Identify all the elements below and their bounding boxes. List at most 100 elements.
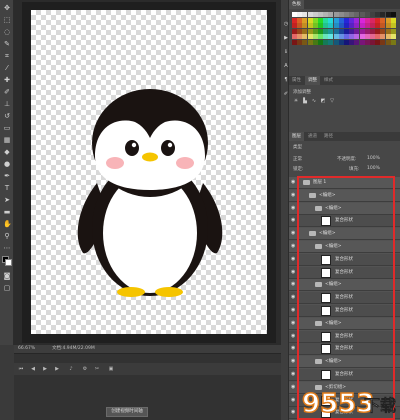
- visibility-eye-icon[interactable]: ◉: [291, 384, 297, 390]
- levels-icon[interactable]: ▙: [302, 98, 308, 104]
- tab-styles[interactable]: 样式: [321, 76, 336, 85]
- screen-mode-icon[interactable]: ▢: [3, 284, 11, 292]
- visibility-eye-icon[interactable]: ◉: [291, 295, 297, 300]
- visibility-eye-icon[interactable]: ◉: [291, 320, 297, 326]
- document-size[interactable]: 文档:4.94M/22.09M: [52, 345, 95, 353]
- blur-tool-icon[interactable]: ◆: [3, 148, 11, 156]
- tab-swatches[interactable]: 色板: [289, 0, 304, 9]
- eraser-tool-icon[interactable]: ▭: [3, 124, 11, 132]
- tab-properties[interactable]: 属性: [289, 76, 304, 85]
- visibility-eye-icon[interactable]: ◉: [291, 372, 297, 377]
- crop-tool-icon[interactable]: ⌗: [3, 52, 11, 60]
- audio-icon[interactable]: ♪: [68, 366, 74, 372]
- eyedropper-tool-icon[interactable]: ⁄: [3, 64, 11, 72]
- settings-icon[interactable]: ⚙: [82, 366, 88, 372]
- transparent-canvas[interactable]: [31, 10, 267, 334]
- visibility-eye-icon[interactable]: ◉: [291, 192, 297, 198]
- quick-mask-icon[interactable]: ◙: [3, 272, 11, 280]
- timeline-panel: ⏮ ◀ ▶ ▶ ♪ ⚙ ✂ ▣ 创建视频时间轴: [14, 353, 281, 420]
- play-icon[interactable]: ▶: [42, 366, 48, 372]
- layer-row[interactable]: ◉ 复合形状: [289, 215, 400, 228]
- canvas-area[interactable]: [14, 0, 281, 345]
- color-swatch[interactable]: [390, 12, 396, 17]
- background-color-swatch[interactable]: [5, 259, 12, 266]
- layer-row[interactable]: ◉ <编组>: [289, 279, 400, 292]
- opacity-label: 不透明度:: [337, 157, 357, 162]
- blend-mode-select[interactable]: 正常: [293, 156, 302, 162]
- tab-layers[interactable]: 图层: [289, 132, 304, 141]
- transition-icon[interactable]: ▣: [108, 366, 114, 372]
- color-swatch[interactable]: [390, 23, 396, 29]
- dodge-tool-icon[interactable]: ●: [3, 160, 11, 168]
- color-swatch[interactable]: [390, 40, 396, 45]
- layer-row[interactable]: ◉ <编组>: [289, 202, 400, 215]
- brush-tool-icon[interactable]: ✐: [3, 88, 11, 96]
- visibility-eye-icon[interactable]: ◉: [291, 205, 297, 211]
- layer-row[interactable]: ◉ 复合形状: [289, 369, 400, 381]
- first-frame-icon[interactable]: ⏮: [18, 366, 24, 372]
- visibility-eye-icon[interactable]: ◉: [291, 218, 297, 223]
- shape-tool-icon[interactable]: ▬: [3, 208, 11, 216]
- path-select-tool-icon[interactable]: ➤: [3, 196, 11, 204]
- create-video-timeline-button[interactable]: 创建视频时间轴: [106, 407, 148, 417]
- folder-icon: [315, 244, 322, 249]
- visibility-eye-icon[interactable]: ◉: [291, 333, 297, 339]
- tab-adjustments[interactable]: 调整: [305, 76, 320, 85]
- layer-row[interactable]: ◉ 复合形状: [289, 266, 400, 279]
- layer-name: <编组>: [325, 282, 342, 288]
- hand-tool-icon[interactable]: ✋: [3, 220, 12, 228]
- split-icon[interactable]: ✂: [94, 366, 100, 372]
- quick-select-tool-icon[interactable]: ✎: [3, 40, 11, 48]
- layer-row[interactable]: ◉ 复合形状: [289, 343, 400, 356]
- visibility-eye-icon[interactable]: ◉: [291, 256, 297, 262]
- marquee-tool-icon[interactable]: ⬚: [3, 16, 11, 24]
- visibility-eye-icon[interactable]: ◉: [291, 397, 297, 403]
- kind-filter[interactable]: 类型: [293, 144, 302, 150]
- layer-row[interactable]: ◉ 复合形状: [289, 330, 400, 343]
- visibility-eye-icon[interactable]: ◉: [291, 359, 297, 364]
- clone-stamp-tool-icon[interactable]: ⊥: [3, 100, 11, 108]
- brightness-icon[interactable]: ☀: [293, 98, 299, 104]
- layer-row[interactable]: ◉ 复合形状: [289, 292, 400, 305]
- visibility-eye-icon[interactable]: ◉: [291, 308, 297, 313]
- layer-row[interactable]: ◉ <编组>: [289, 356, 400, 369]
- opacity-value[interactable]: 100%: [367, 156, 380, 161]
- color-swatch[interactable]: [390, 28, 396, 34]
- layer-row[interactable]: ◉ 复合形状: [289, 253, 400, 266]
- layer-row[interactable]: ◉ <编组>: [289, 317, 400, 330]
- healing-brush-tool-icon[interactable]: ✚: [3, 76, 11, 84]
- next-frame-icon[interactable]: ▶: [54, 366, 60, 372]
- more-tools-icon[interactable]: ⋯: [3, 244, 11, 252]
- zoom-level[interactable]: 66.67%: [18, 345, 35, 353]
- fill-value[interactable]: 100%: [367, 166, 380, 171]
- move-tool-icon[interactable]: ✥: [3, 4, 11, 12]
- layer-name: 复合形状: [335, 333, 353, 339]
- prev-frame-icon[interactable]: ◀: [30, 366, 36, 372]
- layer-row[interactable]: ◉ <编组>: [289, 189, 400, 202]
- exposure-icon[interactable]: ◩: [320, 98, 326, 104]
- layer-row[interactable]: ◉ 复合形状: [289, 305, 400, 317]
- zoom-tool-icon[interactable]: ⚲: [3, 232, 11, 240]
- color-swatch[interactable]: [390, 34, 396, 40]
- tab-channels[interactable]: 通道: [305, 132, 320, 141]
- gradient-tool-icon[interactable]: ▦: [3, 136, 11, 144]
- curves-icon[interactable]: ∿: [311, 98, 317, 104]
- history-brush-tool-icon[interactable]: ↺: [3, 112, 11, 120]
- visibility-eye-icon[interactable]: ◉: [291, 410, 297, 415]
- layer-name: 复合形状: [335, 269, 353, 275]
- pen-tool-icon[interactable]: ✒: [3, 172, 11, 180]
- layer-row[interactable]: ◉ 图层 1: [289, 177, 400, 189]
- visibility-eye-icon[interactable]: ◉: [291, 244, 297, 249]
- tab-paths[interactable]: 路径: [321, 132, 336, 141]
- visibility-eye-icon[interactable]: ◉: [291, 231, 297, 236]
- visibility-eye-icon[interactable]: ◉: [291, 180, 297, 185]
- visibility-eye-icon[interactable]: ◉: [291, 269, 297, 275]
- type-tool-icon[interactable]: T: [3, 184, 11, 192]
- layer-row[interactable]: ◉ <编组>: [289, 241, 400, 253]
- layer-row[interactable]: ◉ <编组>: [289, 228, 400, 241]
- color-swatch[interactable]: [390, 17, 396, 23]
- lasso-tool-icon[interactable]: ◌: [3, 28, 11, 36]
- visibility-eye-icon[interactable]: ◉: [291, 282, 297, 287]
- visibility-eye-icon[interactable]: ◉: [291, 346, 297, 351]
- vibrance-icon[interactable]: ▽: [329, 98, 335, 104]
